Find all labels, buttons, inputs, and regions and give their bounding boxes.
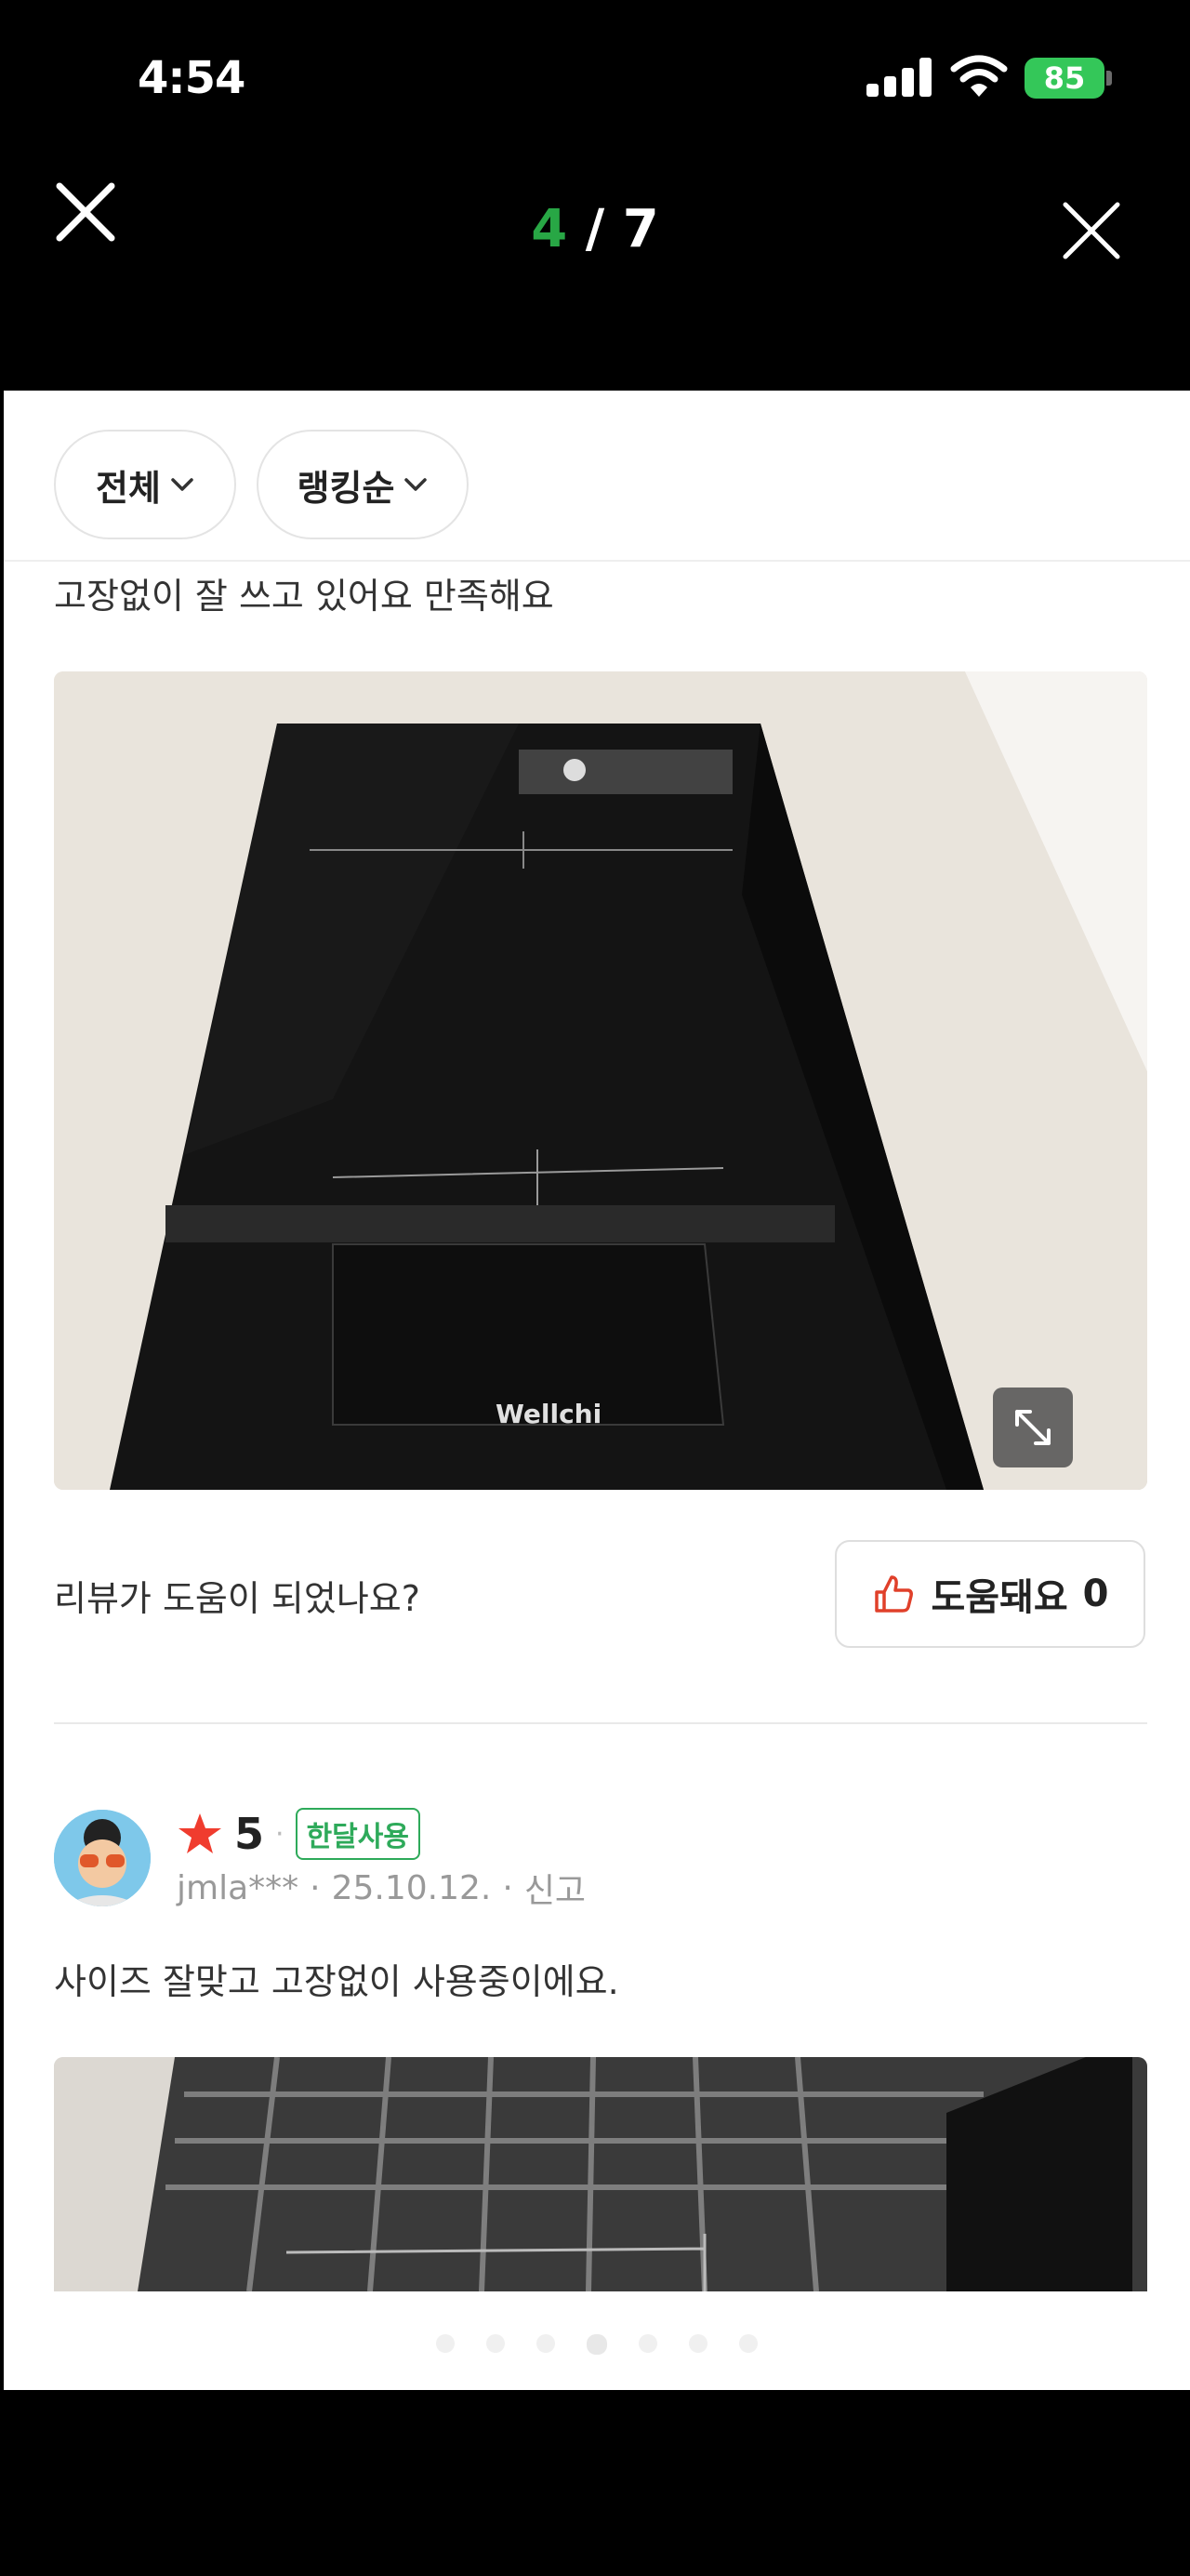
review-photo[interactable]: Wellchi: [54, 671, 1147, 1490]
reviewer-name: jmla***: [177, 1868, 299, 1907]
expand-button[interactable]: [993, 1388, 1073, 1467]
expand-icon: [1015, 1410, 1051, 1445]
rating-row: 5 · 한달사용: [177, 1806, 420, 1862]
battery-level: 85: [1043, 60, 1086, 96]
filter-sort-label: 랭킹순: [297, 467, 395, 509]
helpful-count: 0: [1082, 1573, 1109, 1615]
image-counter: 4 / 7: [0, 199, 1190, 259]
chevron-down-icon: [171, 478, 193, 491]
helpful-question: 리뷰가 도움이 되었나요?: [54, 1578, 420, 1619]
wifi-icon: [950, 55, 1008, 97]
pager-dot[interactable]: [436, 2334, 455, 2353]
review-text: 고장없이 잘 쓰고 있어요 만족해요: [54, 576, 554, 617]
filter-all-label: 전체: [96, 467, 161, 509]
counter-total: 7: [622, 199, 659, 259]
close-icon[interactable]: [1060, 199, 1123, 262]
review-date: 25.10.12.: [331, 1868, 492, 1907]
pager-dot[interactable]: [689, 2334, 707, 2353]
usage-badge: 한달사용: [295, 1808, 420, 1860]
report-link[interactable]: 신고: [524, 1864, 586, 1912]
pager-dot[interactable]: [486, 2334, 505, 2353]
divider: [54, 1722, 1147, 1724]
status-time: 4:54: [138, 52, 245, 104]
status-bar: 4:54 85: [0, 0, 1190, 158]
review-meta: jmla*** · 25.10.12. · 신고: [177, 1864, 586, 1912]
review-text: 사이즈 잘맞고 고장없이 사용중이에요.: [54, 1961, 619, 2002]
battery-indicator: 85: [1025, 58, 1104, 99]
image-pager: [4, 2334, 1190, 2355]
review-photo[interactable]: [54, 2057, 1147, 2291]
filter-all-dropdown[interactable]: 전체: [54, 430, 236, 539]
filter-bar: 전체 랭킹순: [54, 430, 469, 541]
review-screenshot: 전체 랭킹순 고장없이 잘 쓰고 있어요 만족해요 Wellchi 리뷰가 도움…: [4, 391, 1190, 2390]
separator-dot: ·: [502, 1868, 513, 1907]
separator-dot: ·: [275, 1817, 284, 1851]
pager-dot[interactable]: [739, 2334, 758, 2353]
brand-logo: Wellchi: [496, 1399, 602, 1429]
pager-dot[interactable]: [536, 2334, 555, 2353]
chevron-down-icon: [404, 478, 428, 491]
battery-tip: [1106, 71, 1112, 86]
star-icon: [178, 1813, 221, 1853]
counter-separator: /: [567, 199, 623, 259]
rating-score: 5: [234, 1809, 265, 1859]
helpful-button[interactable]: 도움돼요 0: [835, 1540, 1145, 1648]
pager-dot[interactable]: [639, 2334, 657, 2353]
counter-current: 4: [531, 199, 568, 259]
filter-sort-dropdown[interactable]: 랭킹순: [257, 430, 469, 539]
pager-dot[interactable]: [587, 2334, 607, 2355]
avatar[interactable]: [54, 1810, 151, 1906]
signal-icon: [866, 58, 932, 97]
thumbs-up-icon: [875, 1575, 914, 1613]
divider: [4, 560, 1190, 562]
separator-dot: ·: [310, 1868, 321, 1907]
helpful-button-label: 도움돼요: [931, 1576, 1068, 1619]
